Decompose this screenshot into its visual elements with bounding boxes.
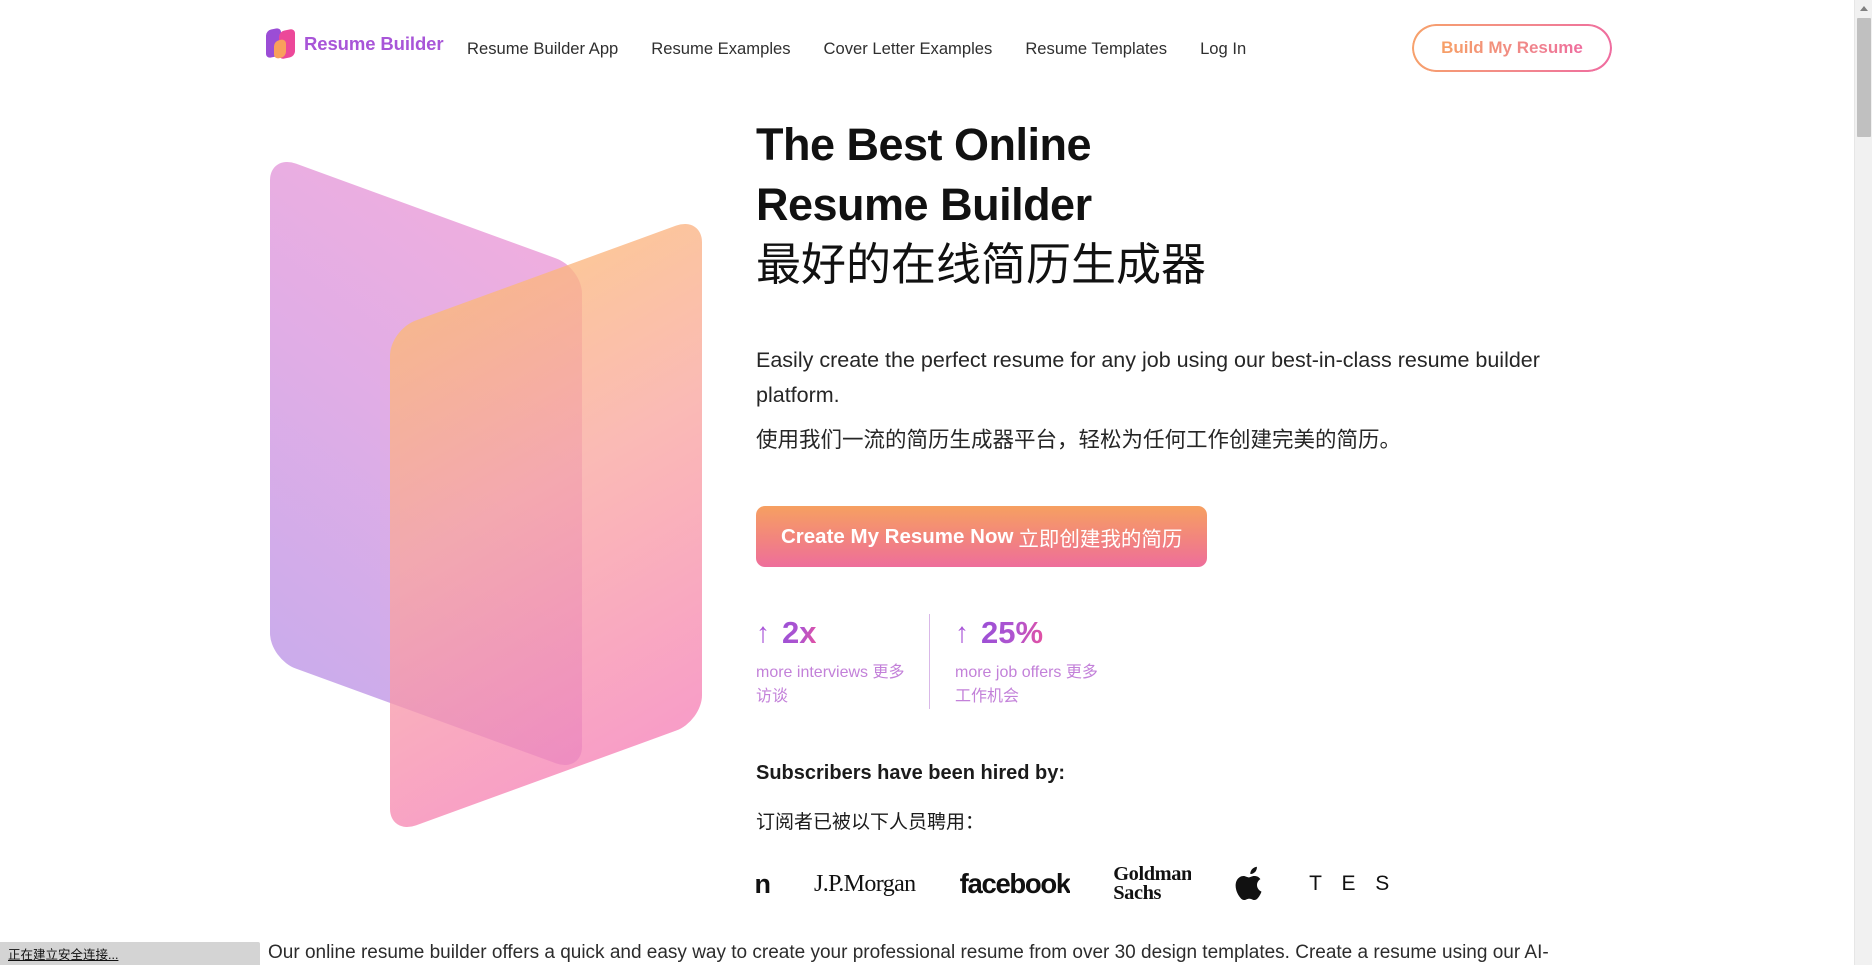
hero-stats: ↑ 2x more interviews 更多访谈 ↑ 25% more job… <box>756 614 1576 709</box>
brand-name: Resume Builder <box>304 32 444 54</box>
stat-value-row: ↑ 2x <box>756 614 929 652</box>
hero-subhead: Easily create the perfect resume for any… <box>756 343 1546 458</box>
jpmorgan-logo-text: J.P.Morgan <box>814 870 916 897</box>
headline-chinese: 最好的在线简历生成器 <box>756 239 1207 290</box>
hero-illustration <box>262 154 732 835</box>
browser-viewport: Resume Builder Resume Builder App Resume… <box>0 0 1872 965</box>
status-bar-text: 正在建立安全连接... <box>8 948 119 962</box>
scrollbar-thumb[interactable] <box>1857 18 1871 137</box>
page-content: Resume Builder Resume Builder App Resume… <box>0 0 1854 965</box>
jpmorgan-logo: J.P.Morgan <box>814 862 916 906</box>
stat-number: 2x <box>782 615 817 650</box>
arrow-up-icon: ↑ <box>955 617 969 648</box>
hero-subhead-english: Easily create the perfect resume for any… <box>756 348 1540 407</box>
hero-section: The Best Online Resume Builder 最好的在线简历生成… <box>0 101 1854 931</box>
nav-item-resume-builder-app[interactable]: Resume Builder App <box>467 39 618 59</box>
build-my-resume-button[interactable]: Build My Resume <box>1412 24 1612 72</box>
logo-mark-icon <box>266 27 295 60</box>
build-my-resume-label: Build My Resume <box>1441 38 1583 57</box>
apple-logo <box>1235 862 1265 906</box>
amazon-logo: amazon <box>756 862 770 906</box>
facebook-logo: facebook <box>960 862 1070 906</box>
below-fold-paragraph: Our online resume builder offers a quick… <box>268 942 1549 963</box>
company-logos-row: amazon J.P.Morgan facebook Goldman Sachs <box>756 858 1576 910</box>
goldman-sachs-logo-text: Goldman Sachs <box>1113 864 1191 904</box>
arrow-up-icon: ↑ <box>756 617 770 648</box>
nav-item-cover-letter-examples[interactable]: Cover Letter Examples <box>824 39 993 59</box>
goldman-sachs-logo: Goldman Sachs <box>1114 862 1191 906</box>
stat-label: more interviews 更多访谈 <box>756 664 905 705</box>
stat-more-interviews: ↑ 2x more interviews 更多访谈 <box>756 614 929 709</box>
tesla-logo: T E S L A <box>1309 862 1401 906</box>
hired-by-heading-chinese: 订阅者已被以下人员聘用： <box>756 812 985 833</box>
brand-logo-link[interactable]: Resume Builder <box>266 27 444 60</box>
nav-item-log-in[interactable]: Log In <box>1200 39 1246 59</box>
stat-value-row: ↑ 25% <box>955 614 1127 652</box>
nav-item-resume-examples[interactable]: Resume Examples <box>651 39 790 59</box>
stat-more-job-offers: ↑ 25% more job offers 更多工作机会 <box>929 614 1127 709</box>
cta-label-english: Create My Resume Now <box>781 524 1014 548</box>
scroll-up-arrow-icon[interactable] <box>1855 0 1872 17</box>
goldman-line-2: Sachs <box>1113 882 1162 904</box>
tesla-logo-text: T E S L A <box>1309 872 1401 895</box>
main-navigation: Resume Builder App Resume Examples Cover… <box>467 39 1246 59</box>
cta-label-chinese: 立即创建我的简历 <box>1018 527 1183 551</box>
headline-line-2: Resume Builder <box>756 179 1092 230</box>
nav-item-resume-templates[interactable]: Resume Templates <box>1025 39 1167 59</box>
hero-text-column: The Best Online Resume Builder 最好的在线简历生成… <box>756 101 1576 910</box>
page-title: The Best Online Resume Builder 最好的在线简历生成… <box>756 115 1576 295</box>
hired-by-heading: Subscribers have been hired by: <box>756 762 1065 784</box>
site-header: Resume Builder Resume Builder App Resume… <box>0 0 1854 101</box>
stat-label: more job offers 更多工作机会 <box>955 664 1098 705</box>
create-my-resume-now-button[interactable]: Create My Resume Now 立即创建我的简历 <box>756 506 1208 567</box>
stat-number: 25% <box>981 615 1044 650</box>
hero-subhead-chinese: 使用我们一流的简历生成器平台，轻松为任何工作创建完美的简历。 <box>756 428 1402 452</box>
facebook-logo-text: facebook <box>959 868 1070 899</box>
amazon-logo-text: amazon <box>756 868 770 899</box>
headline-line-1: The Best Online <box>756 119 1092 170</box>
vertical-scrollbar[interactable] <box>1854 0 1872 965</box>
browser-status-bar: 正在建立安全连接... <box>0 942 260 965</box>
